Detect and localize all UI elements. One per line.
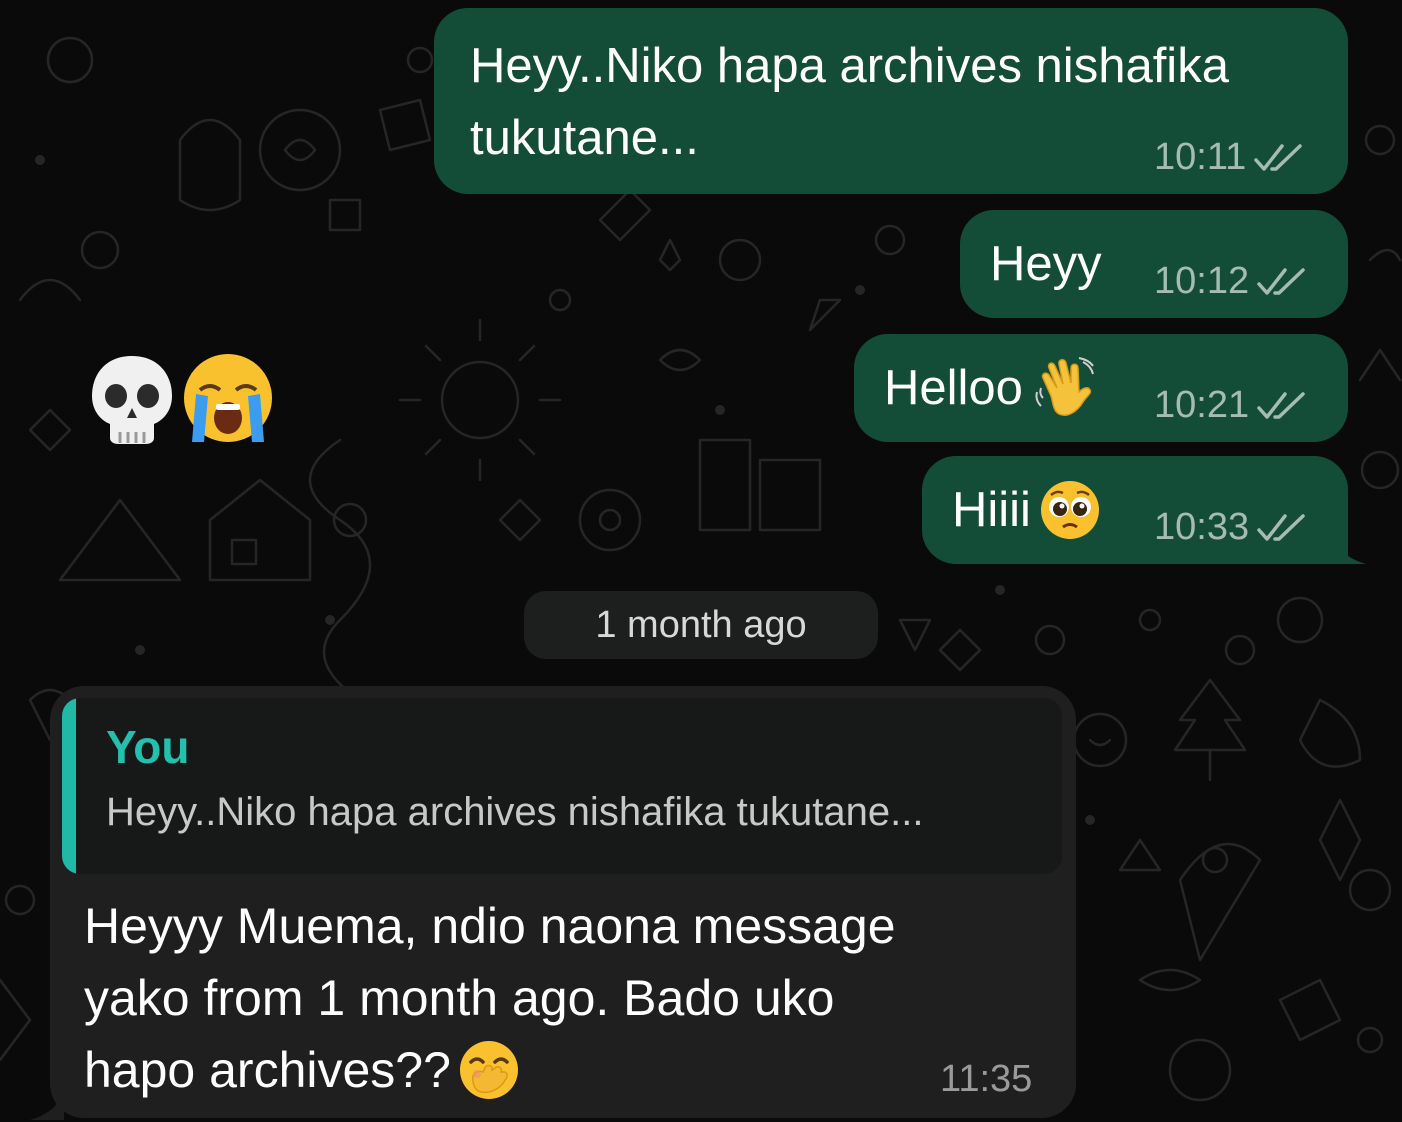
read-receipt-icon [1257, 512, 1307, 544]
message-time: 10:12 [1154, 260, 1250, 302]
message-text-line: Heyy..Niko hapa archives nishafika [470, 39, 1229, 93]
incoming-message-text: Heyyy Muema, ndio naona message yako fro… [84, 890, 1044, 1106]
quote-accent-bar [62, 698, 76, 874]
message-text-line: tukutane... [470, 111, 699, 165]
reaction-emojis [92, 354, 272, 444]
outgoing-message-3[interactable]: Helloo 10:21 [854, 334, 1348, 442]
message-text: Hiiii [952, 483, 1031, 537]
message-text-line: hapo archives?? [84, 1042, 451, 1098]
bubble-tail [30, 1090, 64, 1120]
loudly-crying-face-icon [184, 354, 272, 442]
pleading-face-icon [1040, 481, 1099, 539]
read-receipt-icon [1257, 390, 1307, 422]
message-time: 10:21 [1154, 384, 1250, 426]
message-time: 11:35 [940, 1058, 1033, 1100]
face-with-hand-over-mouth-icon [459, 1041, 518, 1099]
message-text-line: yako from 1 month ago. Bado uko [84, 970, 835, 1026]
skull-icon [92, 356, 172, 444]
message-text-line: Heyyy Muema, ndio naona message [84, 898, 896, 954]
outgoing-message-4[interactable]: Hiiii 10:33 [922, 456, 1348, 564]
outgoing-message-1[interactable]: Heyy..Niko hapa archives nishafika tukut… [434, 8, 1348, 194]
chat-view: Heyy..Niko hapa archives nishafika tukut… [0, 0, 1402, 1122]
message-time: 10:11 [1154, 136, 1247, 178]
read-receipt-icon [1257, 266, 1307, 298]
quote-text: Heyy..Niko hapa archives nishafika tukut… [106, 790, 924, 834]
read-receipt-icon [1254, 142, 1304, 174]
bubble-tail [1332, 534, 1366, 564]
waving-hand-icon [1035, 357, 1094, 416]
message-text: Heyy [990, 237, 1102, 291]
message-text: Helloo [884, 361, 1023, 415]
quote-author: You [106, 721, 190, 773]
outgoing-message-2[interactable]: Heyy 10:12 [960, 210, 1348, 318]
message-time: 10:33 [1154, 506, 1250, 548]
quoted-message[interactable]: You Heyy..Niko hapa archives nishafika t… [62, 698, 1062, 874]
date-separator: 1 month ago [524, 591, 878, 659]
